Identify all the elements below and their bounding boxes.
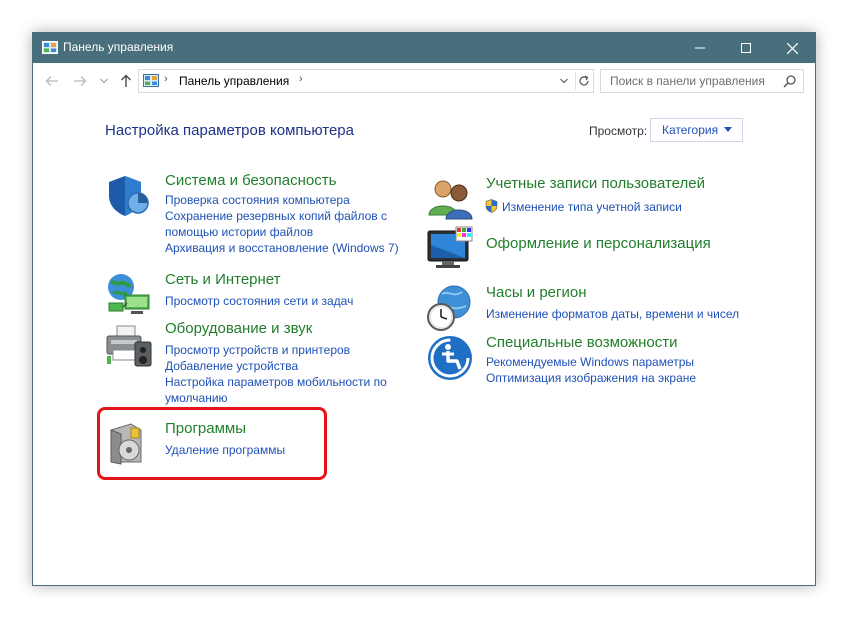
- search-input[interactable]: Поиск в панели управления: [610, 74, 765, 88]
- refresh-button[interactable]: [575, 72, 592, 90]
- navigation-bar: › Панель управления › Поиск в панели упр…: [33, 63, 815, 99]
- category-link[interactable]: Рекомендуемые Windows параметры: [486, 354, 694, 370]
- address-dropdown-button[interactable]: [557, 73, 571, 89]
- highlight-annotation: [97, 407, 327, 480]
- category-title[interactable]: Учетные записи пользователей: [486, 175, 705, 192]
- category-system-security: Система и безопасность Проверка состояни…: [105, 172, 425, 262]
- category-title[interactable]: Оформление и персонализация: [486, 235, 711, 252]
- category-link[interactable]: умолчанию: [165, 390, 228, 406]
- category-title[interactable]: Сеть и Интернет: [165, 271, 281, 288]
- category-link[interactable]: Архивация и восстановление (Windows 7): [165, 240, 399, 256]
- search-icon[interactable]: [783, 74, 797, 88]
- refresh-icon: [579, 75, 589, 86]
- users-icon[interactable]: [426, 175, 474, 223]
- category-link[interactable]: помощью истории файлов: [165, 224, 313, 240]
- minimize-button[interactable]: [677, 33, 723, 63]
- view-by-value: Категория: [662, 123, 719, 137]
- minimize-icon: [695, 47, 705, 49]
- category-clock-region: Часы и регион Изменение форматов даты, в…: [426, 284, 766, 332]
- category-link[interactable]: Оптимизация изображения на экране: [486, 370, 696, 386]
- arrow-right-icon: [74, 76, 87, 86]
- shield-icon[interactable]: [105, 172, 153, 220]
- window-title: Панель управления: [63, 40, 174, 54]
- chevron-down-icon: [560, 78, 568, 84]
- page-heading: Настройка параметров компьютера: [105, 122, 354, 139]
- printer-icon[interactable]: [105, 320, 153, 368]
- breadcrumb-chevron-icon[interactable]: ›: [299, 73, 303, 85]
- close-button[interactable]: [769, 33, 815, 63]
- title-bar[interactable]: Панель управления: [33, 33, 815, 63]
- category-link[interactable]: Добавление устройства: [165, 358, 298, 374]
- address-bar[interactable]: › Панель управления ›: [138, 69, 594, 93]
- category-link[interactable]: Просмотр состояния сети и задач: [165, 293, 353, 309]
- category-title[interactable]: Система и безопасность: [165, 172, 336, 189]
- view-by-dropdown[interactable]: Категория: [650, 118, 743, 142]
- arrow-left-icon: [45, 76, 58, 86]
- view-by-label: Просмотр:: [589, 124, 648, 138]
- control-panel-window: Панель управления › Панель управления › …: [32, 32, 816, 586]
- category-link[interactable]: Настройка параметров мобильности по: [165, 374, 387, 390]
- up-button[interactable]: [117, 72, 135, 90]
- category-title[interactable]: Специальные возможности: [486, 334, 678, 351]
- monitor-palette-icon[interactable]: [426, 225, 474, 273]
- category-link[interactable]: Проверка состояния компьютера: [165, 192, 350, 208]
- category-link[interactable]: Изменение форматов даты, времени и чисел: [486, 306, 739, 322]
- control-panel-icon: [143, 74, 159, 87]
- arrow-up-icon: [121, 74, 131, 87]
- breadcrumb-item[interactable]: Панель управления: [179, 74, 289, 88]
- caret-down-icon: [724, 127, 732, 132]
- forward-button[interactable]: [71, 72, 89, 90]
- maximize-icon: [741, 43, 751, 53]
- network-icon[interactable]: [105, 271, 153, 319]
- breadcrumb-chevron-icon[interactable]: ›: [164, 73, 168, 85]
- category-title[interactable]: Часы и регион: [486, 284, 587, 301]
- control-panel-app-icon: [42, 41, 58, 54]
- category-link[interactable]: Изменение типа учетной записи: [502, 199, 682, 215]
- category-accessibility: Специальные возможности Рекомендуемые Wi…: [426, 334, 766, 386]
- category-title[interactable]: Оборудование и звук: [165, 320, 312, 337]
- maximize-button[interactable]: [723, 33, 769, 63]
- close-icon: [786, 42, 798, 54]
- back-button[interactable]: [43, 72, 61, 90]
- search-box[interactable]: Поиск в панели управления: [600, 69, 804, 93]
- category-network-internet: Сеть и Интернет Просмотр состояния сети …: [105, 271, 425, 319]
- category-link[interactable]: Просмотр устройств и принтеров: [165, 342, 350, 358]
- chevron-down-icon: [100, 78, 108, 84]
- accessibility-icon[interactable]: [426, 334, 474, 382]
- category-appearance: Оформление и персонализация: [426, 225, 766, 273]
- uac-shield-icon: [485, 199, 498, 213]
- category-link[interactable]: Сохранение резервных копий файлов с: [165, 208, 387, 224]
- category-user-accounts: Учетные записи пользователей Изменение т…: [426, 175, 766, 223]
- category-hardware-sound: Оборудование и звук Просмотр устройств и…: [105, 320, 425, 405]
- recent-locations-button[interactable]: [95, 72, 113, 90]
- clock-globe-icon[interactable]: [426, 284, 474, 332]
